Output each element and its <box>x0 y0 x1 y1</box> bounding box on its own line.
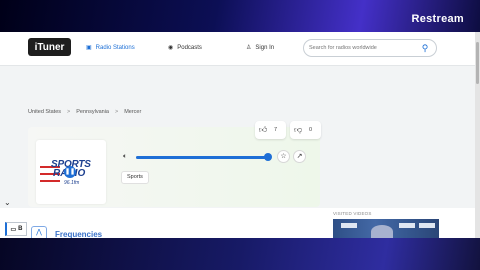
video-thumbnail[interactable] <box>333 219 439 238</box>
thumbs-down-icon: 👎︎ <box>293 125 303 134</box>
breadcrumb-separator: > <box>114 109 119 115</box>
favorite-star-button[interactable]: ☆ <box>277 150 290 163</box>
breadcrumb-county[interactable]: Mercer <box>124 109 141 115</box>
breadcrumb-state[interactable]: Pennsylvania <box>76 109 109 115</box>
chevron-down-icon[interactable]: ⌄ <box>4 198 11 207</box>
visited-videos-label: VISITED VIDEOS <box>333 211 372 216</box>
thumbs-up-button[interactable]: 👍︎ 7 <box>255 121 286 139</box>
monitor-icon: ▭ <box>10 226 17 233</box>
downvote-count: 0 <box>309 127 313 133</box>
thumbnail-tile <box>399 223 415 228</box>
stream-bottom-bar <box>0 238 480 270</box>
radio-icon: ▣ <box>86 45 92 51</box>
search-input[interactable] <box>309 42 421 54</box>
frequencies-heading: Frequencies <box>55 230 103 238</box>
upvote-count: 7 <box>274 127 278 133</box>
nav-radio-stations[interactable]: ▣ Radio Stations <box>86 44 135 52</box>
scrollbar-thumb[interactable] <box>476 42 479 84</box>
user-icon: ♙ <box>246 45 252 51</box>
breadcrumb: United States > Pennsylvania > Mercer <box>28 109 141 115</box>
breadcrumb-country[interactable]: United States <box>28 109 61 115</box>
logo-text-frequency: 96.1fm <box>64 180 80 186</box>
volume-slider[interactable] <box>136 156 268 159</box>
browser-page: iTuner ▣ Radio Stations ◉ Podcasts ♙ Sig… <box>0 32 480 238</box>
page-scrollbar[interactable] <box>475 32 480 238</box>
volume-fill <box>136 156 268 159</box>
frequency-icon: ⋀ <box>31 226 47 238</box>
nav-label: Radio Stations <box>95 44 135 51</box>
side-tab-label: B <box>18 226 23 232</box>
logo-stripe <box>40 180 60 182</box>
search-icon[interactable]: ⚲ <box>419 42 431 54</box>
thumbs-up-icon: 👍︎ <box>258 125 268 134</box>
search-box: ⚲ <box>303 39 437 57</box>
ituner-logo[interactable]: iTuner <box>28 38 71 56</box>
pause-button[interactable]: ❚❚ <box>64 166 76 178</box>
nav-sign-in[interactable]: ♙ Sign In <box>246 44 275 52</box>
thumbs-down-button[interactable]: 👎︎ 0 <box>290 121 321 139</box>
genre-tag[interactable]: Sports <box>121 171 149 184</box>
thumbnail-tile <box>419 223 435 228</box>
volume-handle[interactable] <box>264 153 272 161</box>
nav-podcasts[interactable]: ◉ Podcasts <box>168 44 202 52</box>
nav-label: Podcasts <box>177 44 202 51</box>
side-tab[interactable]: ▭ B <box>5 222 27 236</box>
thumbnail-tile <box>341 223 357 228</box>
nav-label: Sign In <box>255 44 275 51</box>
stream-top-bar: Restream <box>0 0 480 32</box>
breadcrumb-separator: > <box>67 109 71 115</box>
podcast-icon: ◉ <box>168 45 174 51</box>
share-button[interactable]: ↗ <box>293 150 306 163</box>
volume-icon[interactable]: 🔈︎ <box>123 153 127 161</box>
restream-brand: Restream <box>411 13 464 25</box>
thumbnail-person <box>371 225 393 238</box>
site-header: iTuner ▣ Radio Stations ◉ Podcasts ♙ Sig… <box>0 32 475 66</box>
